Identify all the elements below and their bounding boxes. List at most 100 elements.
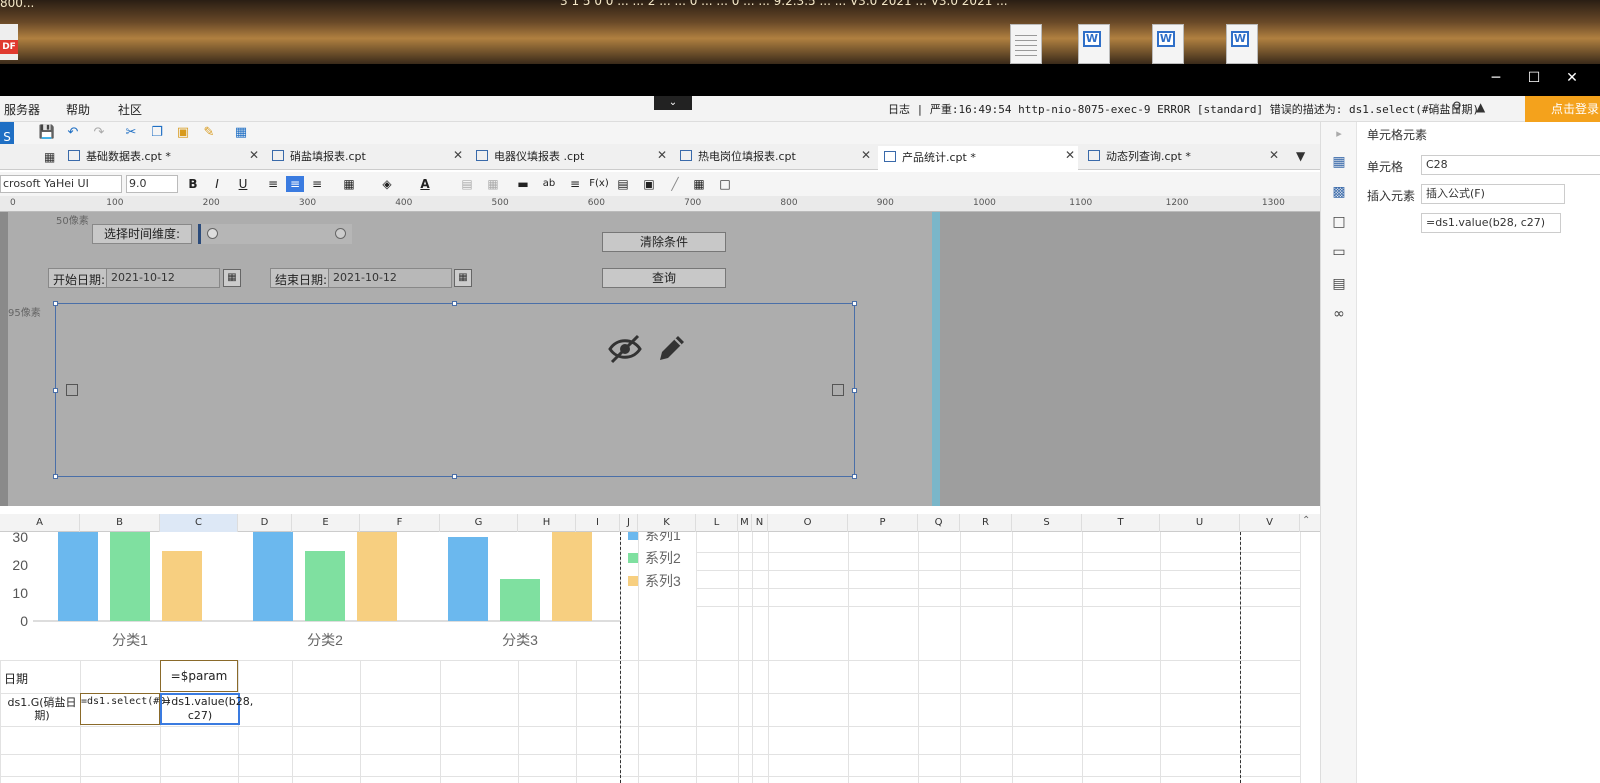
wrap-icon[interactable]: ≡ [566, 176, 584, 192]
select-formula-cell[interactable]: =ds1.select(#0) [80, 693, 171, 725]
resize-handle[interactable] [852, 301, 857, 306]
condition-icon[interactable]: ▭ [1330, 244, 1348, 260]
cell-element-icon[interactable]: ▦ [1330, 154, 1348, 170]
radio-button-selected[interactable] [207, 228, 218, 239]
group-formula-cell[interactable]: ds1.G(硝盐日期) [4, 696, 80, 722]
formula-icon[interactable]: F(x) [588, 176, 610, 192]
word-file-icon[interactable]: W [1226, 24, 1258, 64]
resize-handle[interactable] [852, 474, 857, 479]
maximize-button[interactable]: ☐ [1522, 70, 1546, 86]
font-family-select[interactable]: crosoft YaHei UI [0, 175, 122, 193]
font-size-select[interactable]: 9.0 [126, 175, 178, 193]
date-label-cell[interactable]: 日期 [4, 670, 28, 687]
log-message[interactable]: 日志 | 严重:16:49:54 http-nio-8075-exec-9 ER… [888, 101, 1479, 117]
menu-help[interactable]: 帮助 [66, 101, 90, 118]
fill-color-icon[interactable]: ◈ [378, 176, 396, 192]
document-file-icon[interactable] [1010, 24, 1042, 64]
link-icon[interactable]: ▬ [514, 176, 532, 192]
list-icon[interactable]: ▤ [1330, 276, 1348, 292]
image-icon[interactable]: ▣ [640, 176, 658, 192]
redo-icon[interactable]: ↷ [90, 125, 108, 141]
tab-nitrate[interactable]: 硝盐填报表.cpt [272, 148, 366, 168]
resize-handle[interactable] [53, 388, 58, 393]
insert-type-select[interactable]: 插入公式(F) [1421, 184, 1565, 204]
slash-icon[interactable]: ╱ [666, 176, 684, 192]
radio-button[interactable] [335, 228, 346, 239]
tab-close-icon[interactable]: ✕ [249, 148, 259, 162]
chart-widget-placeholder[interactable] [53, 301, 857, 479]
paste-icon[interactable]: ▣ [174, 125, 192, 141]
border-icon[interactable]: ▦ [340, 176, 358, 192]
tab-close-icon[interactable]: ✕ [1269, 148, 1279, 162]
preview-icon[interactable]: ▦ [232, 125, 250, 141]
eye-slash-icon[interactable] [608, 332, 642, 366]
minimize-button[interactable]: ─ [1484, 70, 1508, 86]
resize-handle[interactable] [452, 474, 457, 479]
format-painter-icon[interactable]: ✎ [200, 125, 218, 141]
query-button[interactable]: 查询 [602, 268, 726, 288]
form-boundary-bar[interactable] [932, 212, 940, 506]
cell-attribute-icon[interactable]: ▩ [1330, 184, 1348, 200]
param-cell[interactable]: =$param [160, 660, 238, 692]
underline-button[interactable]: U [234, 176, 252, 192]
resize-handle[interactable] [53, 301, 58, 306]
hyperlink-icon[interactable]: ∞ [1330, 306, 1348, 322]
align-left-icon[interactable]: ≡ [264, 176, 282, 192]
anchor-box[interactable] [66, 384, 78, 396]
copy-icon[interactable]: ❐ [148, 125, 166, 141]
tab-product-stats[interactable]: 产品统计.cpt * [878, 146, 1078, 170]
align-right-icon[interactable]: ≡ [308, 176, 326, 192]
tab-dynamic-query[interactable]: 动态列查询.cpt * [1088, 148, 1191, 168]
login-button[interactable]: 点击登录 [1525, 96, 1600, 122]
merge-cells-icon[interactable]: ▤ [458, 176, 476, 192]
italic-button[interactable]: I [208, 176, 226, 192]
anchor-box[interactable] [832, 384, 844, 396]
widget-icon[interactable]: □ [1330, 214, 1348, 230]
calendar-icon[interactable]: ▦ [223, 269, 241, 287]
start-date-field[interactable]: 2021-10-12 [106, 268, 220, 288]
pdf-file-icon[interactable]: DF [0, 24, 18, 60]
insert-cell-icon[interactable]: □ [716, 176, 734, 192]
tab-list-icon[interactable]: ▼ [1296, 149, 1305, 163]
chevron-down-icon[interactable]: ⌄ [654, 96, 692, 110]
tab-thermal[interactable]: 热电岗位填报表.cpt [680, 148, 796, 168]
word-file-icon[interactable]: W [1078, 24, 1110, 64]
save-icon[interactable]: 💾 [38, 125, 56, 141]
close-button[interactable]: ✕ [1560, 70, 1584, 86]
calendar-icon[interactable]: ▦ [454, 269, 472, 287]
subreport-icon[interactable]: ▦ [690, 176, 708, 192]
search-icon[interactable]: ⚲ [1452, 100, 1468, 116]
resize-handle[interactable] [852, 388, 857, 393]
chart-icon[interactable]: ▤ [614, 176, 632, 192]
tab-close-icon[interactable]: ✕ [657, 148, 667, 162]
tab-close-icon[interactable]: ✕ [861, 148, 871, 162]
undo-icon[interactable]: ↶ [64, 125, 82, 141]
tab-basic-data[interactable]: 基础数据表.cpt * [68, 148, 171, 168]
split-cells-icon[interactable]: ▦ [484, 176, 502, 192]
clear-conditions-button[interactable]: 清除条件 [602, 232, 726, 252]
bell-icon[interactable]: ▲ [1476, 100, 1492, 116]
menu-server[interactable]: 服务器 [4, 101, 40, 118]
tab-close-icon[interactable]: ✕ [1065, 148, 1075, 162]
scroll-up-icon[interactable]: ⌃ [1302, 515, 1310, 526]
time-dimension-radio-group[interactable] [198, 224, 352, 244]
align-center-icon[interactable]: ≡ [286, 176, 304, 192]
pencil-icon[interactable] [656, 332, 688, 364]
tab-menu-icon[interactable]: ▦ [44, 150, 55, 164]
tab-close-icon[interactable]: ✕ [453, 148, 463, 162]
font-color-icon[interactable]: A [416, 176, 434, 192]
bold-button[interactable]: B [184, 176, 202, 192]
cut-icon[interactable]: ✂ [122, 125, 140, 141]
expand-arrow-icon[interactable]: ▸ [1330, 126, 1348, 142]
menu-community[interactable]: 社区 [118, 101, 142, 118]
selected-value-cell[interactable]: =ds1.value(b28, c27) [160, 693, 253, 725]
word-file-icon[interactable]: W [1152, 24, 1184, 64]
tab-electrical[interactable]: 电器仪填报表 .cpt [476, 148, 584, 168]
end-date-field[interactable]: 2021-10-12 [328, 268, 452, 288]
resize-handle[interactable] [452, 301, 457, 306]
formula-field[interactable]: =ds1.value(b28, c27) [1421, 213, 1561, 233]
text-icon[interactable]: ab [540, 176, 558, 192]
cell-reference-field[interactable]: C28 [1421, 155, 1600, 175]
resize-handle[interactable] [53, 474, 58, 479]
bar-chart[interactable]: 0 10 20 30 分类1 分类2 分类3 系列1 系列2 系列3 [0, 532, 700, 660]
